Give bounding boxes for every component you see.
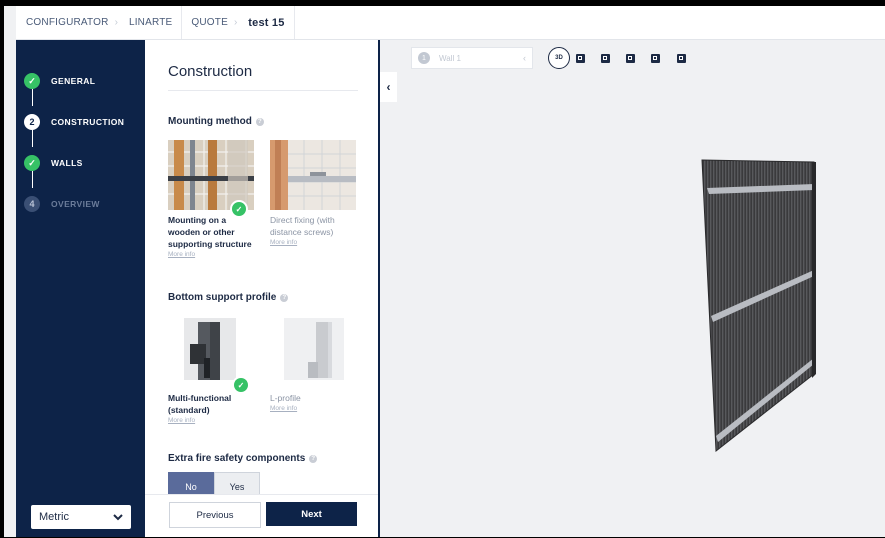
checkmark-icon: ✓ <box>24 155 40 171</box>
selected-check-icon: ✓ <box>232 376 250 394</box>
profile-option-multifunctional[interactable]: ✓ Multi-functional (standard) More info <box>168 318 256 424</box>
help-icon[interactable]: ? <box>280 293 289 302</box>
fire-safety-toggle: No Yes <box>168 472 260 495</box>
step-construction[interactable]: 2 CONSTRUCTION <box>24 114 124 130</box>
more-info-link[interactable]: More info <box>168 251 256 258</box>
fire-safety-title: Extra fire safety components ? <box>168 453 318 464</box>
option-name: Direct fixing (with distance screws) <box>270 215 335 237</box>
step-connector <box>31 130 33 147</box>
step-walls[interactable]: ✓ WALLS <box>24 155 83 171</box>
chevron-left-icon: ‹ <box>386 80 391 94</box>
step-label: WALLS <box>51 158 83 168</box>
section-label: Bottom support profile <box>168 292 277 303</box>
breadcrumb-current: test 15 <box>239 6 295 39</box>
more-info-link[interactable]: More info <box>270 239 358 246</box>
l-profile-image <box>270 318 356 388</box>
mounting-direct-image <box>270 140 356 210</box>
step-sidebar: ✓ GENERAL 2 CONSTRUCTION ✓ WALLS 4 OVERV… <box>16 40 145 537</box>
option-name: Mounting on a wooden or other supporting… <box>168 215 252 249</box>
selected-check-icon: ✓ <box>230 200 248 218</box>
step-label: OVERVIEW <box>51 199 100 209</box>
collapse-panel-button[interactable]: ‹ <box>380 72 397 102</box>
section-label: Mounting method <box>168 116 252 127</box>
breadcrumb-linarte[interactable]: LINARTE <box>120 6 183 39</box>
step-number: 2 <box>24 114 40 130</box>
step-label: CONSTRUCTION <box>51 117 125 127</box>
fire-safety-no-button[interactable]: No <box>168 472 214 495</box>
breadcrumb-configurator[interactable]: CONFIGURATOR <box>16 6 113 39</box>
help-icon[interactable]: ? <box>309 454 318 463</box>
divider <box>168 90 358 91</box>
more-info-link[interactable]: More info <box>270 405 358 412</box>
chevron-right-icon: › <box>114 17 118 28</box>
step-number: 4 <box>24 196 40 212</box>
more-info-link[interactable]: More info <box>168 417 256 424</box>
section-label: Extra fire safety components <box>168 453 306 464</box>
breadcrumb-quote[interactable]: QUOTE <box>182 6 232 39</box>
wall-3d-render <box>701 159 816 452</box>
unit-system-select[interactable]: Metric <box>31 505 131 529</box>
chevron-right-icon: › <box>233 17 238 28</box>
breadcrumb: CONFIGURATOR › LINARTE QUOTE › test 15 <box>16 6 885 40</box>
step-general[interactable]: ✓ GENERAL <box>24 73 95 89</box>
chevron-down-icon <box>113 513 123 520</box>
step-label: GENERAL <box>51 76 96 86</box>
option-name: L-profile <box>270 393 301 403</box>
construction-panel: Construction Mounting method ? ✓ Mountin… <box>145 40 378 537</box>
fire-safety-yes-button[interactable]: Yes <box>214 472 260 495</box>
mounting-method-title: Mounting method ? <box>168 116 264 127</box>
unit-select-value: Metric <box>39 511 69 523</box>
panel-footer: Previous Next <box>145 494 378 537</box>
bottom-support-profile-title: Bottom support profile ? <box>168 292 289 303</box>
panel-scroll-area[interactable]: Construction Mounting method ? ✓ Mountin… <box>145 40 378 495</box>
step-overview[interactable]: 4 OVERVIEW <box>24 196 100 212</box>
mounting-option-direct[interactable]: Direct fixing (with distance screws) Mor… <box>270 140 358 246</box>
panel-title: Construction <box>168 63 253 80</box>
option-name: Multi-functional (standard) <box>168 393 232 415</box>
step-connector <box>31 171 33 188</box>
previous-button[interactable]: Previous <box>169 502 261 528</box>
mounting-option-wooden[interactable]: ✓ Mounting on a wooden or other supporti… <box>168 140 256 258</box>
3d-viewport[interactable]: 1 Wall 1 ‹ 3D <box>380 40 885 537</box>
profile-option-l-profile[interactable]: L-profile More info <box>270 318 358 412</box>
checkmark-icon: ✓ <box>24 73 40 89</box>
help-icon[interactable]: ? <box>255 117 264 126</box>
step-connector <box>31 89 33 106</box>
app-frame: CONFIGURATOR › LINARTE QUOTE › test 15 ✓… <box>4 6 885 537</box>
next-button[interactable]: Next <box>266 502 357 526</box>
